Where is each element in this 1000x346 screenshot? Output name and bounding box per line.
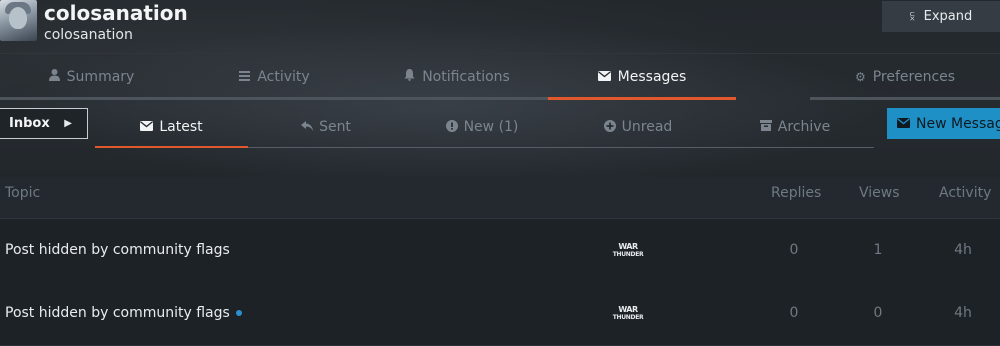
column-header-topic[interactable]: Topic <box>5 185 40 201</box>
avatar-logo-top: WAR <box>618 241 638 251</box>
inbox-label: Inbox <box>9 116 50 131</box>
views-count: 0 <box>873 305 883 321</box>
tab-preferences[interactable]: ⚙ Preferences <box>810 54 1000 99</box>
tab-archive[interactable]: Archive <box>716 108 874 146</box>
inbox-dropdown-button[interactable]: Inbox ▶ <box>0 108 88 139</box>
avatar-logo-bottom: THUNDER <box>612 313 644 321</box>
avatar[interactable] <box>0 0 37 41</box>
column-header-replies[interactable]: Replies <box>771 185 821 201</box>
tab-underline-active <box>548 97 736 100</box>
unread-dot-icon[interactable] <box>235 310 242 316</box>
tab-activity-label: Activity <box>257 68 310 85</box>
replies-count: 0 <box>789 305 799 321</box>
profile-main-tabs: Summary Activity Notifications Messages … <box>0 53 1000 101</box>
plus-circle-icon <box>603 119 616 135</box>
tab-sent-label: Sent <box>319 119 351 135</box>
table-row[interactable]: Post hidden by community flags WAR THUND… <box>0 282 1000 346</box>
profile-subname: colosanation <box>44 27 133 43</box>
tab-new-label: New (1) <box>463 119 519 135</box>
envelope-icon <box>140 120 154 134</box>
tab-unread[interactable]: Unread <box>560 108 716 146</box>
tab-summary[interactable]: Summary <box>0 54 183 99</box>
gear-icon: ⚙ <box>854 69 866 84</box>
tab-messages[interactable]: Messages <box>548 54 736 99</box>
participant-avatar-war-thunder[interactable]: WAR THUNDER <box>613 302 644 324</box>
double-chevron-down-icon: ⫁ <box>909 9 915 23</box>
user-icon <box>48 69 60 84</box>
expand-button[interactable]: ⫁ Expand <box>882 1 1000 32</box>
avatar-face-shape <box>9 7 27 29</box>
tab-underline-inactive <box>0 97 548 100</box>
avatar-logo-top: WAR <box>618 304 638 314</box>
tab-sent[interactable]: Sent <box>248 108 404 146</box>
tab-notifications[interactable]: Notifications <box>366 54 548 99</box>
topic-title-text: Post hidden by community flags <box>5 305 230 321</box>
profile-username: colosanation <box>44 1 188 25</box>
list-icon <box>239 70 251 84</box>
message-filter-tabs: Latest Sent New (1) Unread Archive <box>95 108 874 148</box>
exclamation-circle-icon <box>445 119 458 135</box>
topic-title-link[interactable]: Post hidden by community flags <box>5 305 242 321</box>
topic-title-link[interactable]: Post hidden by community flags <box>5 242 230 258</box>
activity-time[interactable]: 4h <box>943 242 983 258</box>
tab-activity[interactable]: Activity <box>183 54 366 99</box>
filter-tab-active-underline <box>95 146 248 148</box>
tab-summary-label: Summary <box>66 68 135 85</box>
topic-table-header: Topic Replies Views Activity <box>0 177 1000 219</box>
envelope-icon <box>597 70 611 84</box>
activity-time[interactable]: 4h <box>943 305 983 321</box>
tab-archive-label: Archive <box>777 119 831 135</box>
views-count: 1 <box>873 242 883 258</box>
expand-label: Expand <box>923 9 973 24</box>
column-header-views[interactable]: Views <box>859 185 900 201</box>
column-header-activity[interactable]: Activity <box>939 185 991 201</box>
tab-messages-label: Messages <box>617 68 687 85</box>
new-message-label: New Message <box>916 115 1000 132</box>
tab-notifications-label: Notifications <box>422 68 510 85</box>
tab-underline-inactive-right <box>810 97 1000 100</box>
tab-preferences-label: Preferences <box>872 68 956 85</box>
archive-icon <box>759 120 772 134</box>
tab-new[interactable]: New (1) <box>404 108 560 146</box>
table-row[interactable]: Post hidden by community flags WAR THUND… <box>0 219 1000 283</box>
replies-count: 0 <box>789 242 799 258</box>
envelope-icon <box>897 117 910 131</box>
reply-icon <box>301 120 314 134</box>
topic-title-text: Post hidden by community flags <box>5 242 230 258</box>
tab-unread-label: Unread <box>621 119 673 135</box>
tab-latest[interactable]: Latest <box>95 108 248 146</box>
participant-avatar-war-thunder[interactable]: WAR THUNDER <box>613 239 644 261</box>
tab-latest-label: Latest <box>159 119 203 135</box>
avatar-logo-bottom: THUNDER <box>612 250 644 258</box>
caret-right-icon: ▶ <box>64 118 72 129</box>
bell-icon <box>404 69 415 84</box>
new-message-button[interactable]: New Message <box>887 108 1000 139</box>
